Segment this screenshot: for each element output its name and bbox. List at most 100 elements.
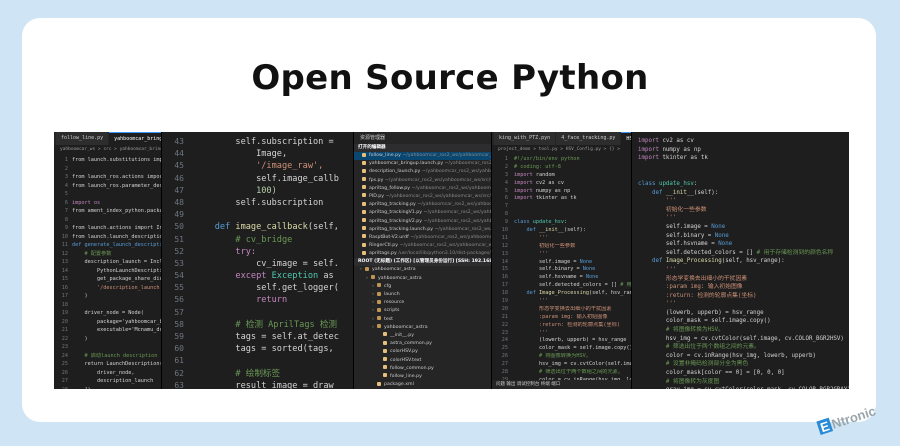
code-area[interactable]: 1 #!/usr/bin/env python 2 # coding: utf-8 3 i… (492, 154, 631, 389)
file-icon (383, 340, 387, 345)
code-token: __init__ (665, 189, 694, 196)
code-token: def (194, 222, 236, 233)
code-line: 22 :return: 检测的轮廓点集(坐标) (492, 322, 631, 330)
tree-file[interactable]: follow_line.py (354, 373, 491, 381)
editor-tab[interactable]: follow_line.py (56, 132, 109, 145)
code-token: self.detected_colors = [] (514, 282, 621, 289)
code-line: 9 from launch.actions import In (54, 224, 161, 233)
code-line: 18 def Image_Processing(self, hsv_range)… (492, 290, 631, 298)
open-editors-header[interactable]: 打开的编辑器 (354, 144, 491, 152)
code-line: 63 result_image = draw_ (162, 380, 353, 389)
file-path: ~/yahboomcar_ros2_ws/yahboom... (421, 169, 491, 175)
code-line: 17 self.detected_colors = [] # 用于存储 (492, 282, 631, 290)
code-line: 46 self.image_callb (162, 173, 353, 185)
code-token: image_callback (235, 222, 308, 233)
code-line: 44 Image, (162, 148, 353, 160)
open-editor-item[interactable]: apriltag_trackingV1.py ~/yahboomcar_ros2… (354, 209, 491, 217)
code-area[interactable]: 43 self.subscription = 44 Image, 45 '/imag… (162, 132, 353, 389)
editor-tab[interactable]: 4_face_tracking.py (556, 132, 621, 145)
code-line: 28 ]) (54, 386, 161, 390)
logo-wordmark: Ntronic (830, 403, 878, 431)
open-editor-item[interactable]: yahboomcar_bringup.launch.py ~/yahboomca… (354, 160, 491, 168)
code-token: import (514, 179, 536, 186)
workspace-header[interactable]: ROOT (无标题) (工作区) [以管理员身份运行] [SSH: 192.16… (354, 258, 491, 267)
file-name: RingerCtl.py (369, 243, 400, 249)
code-token: from launch.actions import In (72, 225, 161, 231)
code-line: 12 # 配置参数 (54, 250, 161, 259)
tree-folder[interactable]: › test (354, 316, 491, 324)
code-token: ''' (514, 329, 549, 336)
editor-tab[interactable]: king_with_PTZ.pyn (494, 132, 556, 145)
tree-folder[interactable]: › yahboomcar_astra (354, 324, 491, 332)
code-line: ''' (638, 266, 849, 275)
code-token: get_package_share_dir (72, 276, 161, 282)
code-token: self.get_logger( (194, 283, 339, 294)
open-editor-item[interactable]: follow_line.py ~/yahboomcar_ros2_ws/yahb… (354, 152, 491, 161)
code-line: 16 self.hsvname = None (492, 274, 631, 282)
tree-file[interactable]: colorHSV.text (354, 357, 491, 365)
code-line: 4 import cv2 as cv (492, 180, 631, 188)
code-line: class update_hsv: (638, 180, 849, 189)
code-line: # 筛选出位于两个数组之间的元素。 (638, 343, 849, 352)
code-token: # 设置非掩码检测部分全为黑色 (638, 361, 749, 368)
code-token: None (711, 223, 726, 230)
open-editor-item[interactable]: apriltag_tracking.launch.py ~/yahboomcar… (354, 226, 491, 234)
editor-tab-active[interactable]: HSV_Config.py (621, 132, 631, 145)
tree-item-label: resource (384, 300, 405, 306)
code-line: self.hsvname = None (638, 240, 849, 249)
tree-folder[interactable]: › cfg (354, 283, 491, 291)
code-line: 45 '/image_raw', (162, 160, 353, 172)
tree-folder[interactable]: › yahboomcar_astra (354, 275, 491, 283)
folder-icon (377, 324, 381, 329)
open-editor-item[interactable]: PID.py ~/yahboomcar_ros2_ws/yahboomcar_w… (354, 193, 491, 201)
file-name: apriltag_tracking.launch.py (369, 226, 435, 232)
tree-folder[interactable]: › resource (354, 299, 491, 307)
tree-file[interactable]: astra_common.py (354, 340, 491, 348)
open-editor-item[interactable]: apriltag_tracking.py ~/yahboomcar_ros2_w… (354, 201, 491, 209)
code-line: :return: 检测的轮廓点集(坐标) (638, 292, 849, 301)
code-line: 14 PythonLaunchDescriptio (54, 267, 161, 276)
code-line: ''' (638, 300, 849, 309)
code-area[interactable]: 1from launch.substitutions import23from … (54, 154, 161, 389)
open-editor-item[interactable]: fps.py ~/yahboomcar_ros2_ws/yahboomcar_w… (354, 177, 491, 185)
code-line: import numpy as np (638, 146, 849, 155)
python-file-icon (362, 234, 366, 239)
open-editor-item[interactable]: RasptBot-V2.urdf ~/yahboomcar_ros2_ws/ya… (354, 234, 491, 242)
code-token: def (638, 258, 666, 265)
code-token: self.detected_colors = [] (638, 249, 757, 256)
open-editor-item[interactable]: apriltag_follow.py ~/yahboomcar_ros2_ws/… (354, 185, 491, 193)
tree-folder[interactable]: › launch (354, 291, 491, 299)
code-line: # 将图像转为灰度图 (638, 378, 849, 387)
code-line: 22 ) (54, 335, 161, 344)
file-path: ~/yahboomcar_ros2_ws/yahboomcar_ws... (411, 185, 491, 191)
line-number: 17 (501, 282, 508, 289)
line-number: 2 (504, 163, 508, 170)
line-number: 7 (504, 203, 508, 210)
panel-status-bar[interactable]: 问题 输出 调试控制台 终端 端口 (492, 380, 631, 389)
code-token: # 用于存储检测到的颜色名称 (756, 249, 834, 256)
open-editor-item[interactable]: apriltags.py /usr/local/lib/python3.10/d… (354, 250, 491, 258)
editor-pane-launch-file: follow_line.py yahboomcar_bringup yahboo… (54, 132, 162, 389)
tree-item-label: test (384, 316, 394, 322)
tree-file[interactable]: colorHSV.py (354, 348, 491, 356)
tree-folder[interactable]: › yahboomcar_astra (354, 266, 491, 274)
line-number: 25 (501, 345, 508, 352)
open-editor-item[interactable]: apriltag_trackingV2.py ~/yahboomcar_ros2… (354, 218, 491, 226)
code-token: color_mask = self.image.copy() (638, 318, 771, 325)
tree-file[interactable]: package.xml (354, 381, 491, 389)
code-token: : (563, 219, 568, 226)
open-editor-item[interactable]: RingerCtl.py ~/yahboomcar_ros2_ws/yahboo… (354, 242, 491, 250)
open-editor-item[interactable]: description_launch.py ~/yahboomcar_ros2_… (354, 168, 491, 176)
code-token: package='yahboomcar_b (72, 318, 161, 325)
editor-tab-active[interactable]: yahboomcar_bringup (109, 132, 161, 145)
code-token: (self, hsv_range): (588, 290, 631, 297)
code-token: executable='Mcnamu_dr (72, 327, 161, 333)
code-area[interactable]: import cv2 as cv import numpy as np import… (638, 132, 849, 389)
tree-file[interactable]: __init__.py (354, 332, 491, 340)
tree-folder[interactable]: › scripts (354, 307, 491, 315)
python-file-icon (362, 152, 366, 157)
folder-icon (377, 307, 381, 312)
tree-file[interactable]: follow_common.py (354, 365, 491, 373)
line-number: 10 (61, 233, 68, 240)
